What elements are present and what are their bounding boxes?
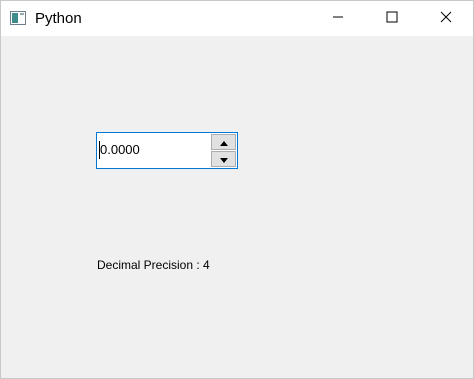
python-app-icon [10,11,26,25]
spinbox-value[interactable]: 0.0000 [100,142,140,158]
spin-down-button[interactable] [211,151,236,167]
arrow-up-icon [219,133,228,151]
spin-up-button[interactable] [211,134,236,150]
decimal-spinbox[interactable]: 0.0000 [96,132,238,169]
maximize-icon [386,10,398,28]
minimize-icon [332,10,344,28]
maximize-button[interactable] [369,1,415,36]
title-bar[interactable]: Python [1,1,473,36]
close-icon [440,10,452,28]
app-window: Python 0.0000 Decimal Precision: 4 [0,0,474,379]
precision-label: Decimal Precision : 4 [97,258,210,272]
close-button[interactable] [423,1,469,36]
window-title: Python [35,10,82,27]
minimize-button[interactable] [315,1,361,36]
arrow-down-icon [219,150,228,168]
